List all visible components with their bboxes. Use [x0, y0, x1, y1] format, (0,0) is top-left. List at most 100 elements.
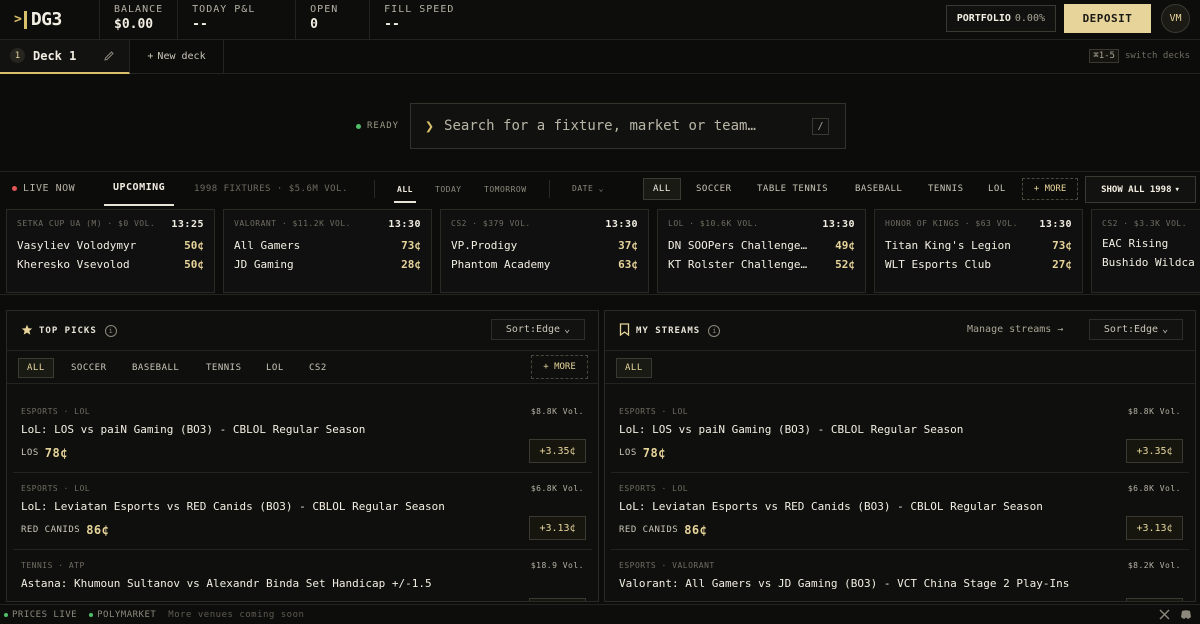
deposit-button[interactable]: DEPOSIT [1064, 4, 1151, 33]
info-icon[interactable]: i [104, 324, 117, 337]
info-icon[interactable]: i [708, 324, 721, 337]
fixture-card[interactable]: VALORANT · $11.2K VOL. 13:30 All Gamers 73… [223, 209, 432, 293]
pick-item[interactable]: TENNIS · ATP $18.9 Vol. Astana: Khumoun S… [13, 550, 592, 601]
caret-down-icon: ▾ [1174, 184, 1180, 195]
fixture-card[interactable]: CS2 · $3.3K VOL. EAC Rising Bushido Wild… [1091, 209, 1200, 293]
stat-open: OPEN 0 [296, 0, 371, 40]
pick-side: LOS [619, 448, 637, 458]
pick-meta: ESPORTS · LOL [619, 484, 689, 493]
venue-label: POLYMARKET [97, 609, 157, 620]
new-deck-button[interactable]: + New deck [130, 39, 224, 74]
pencil-icon[interactable] [103, 50, 115, 62]
fixture-card[interactable]: HONOR OF KINGS · $63 VOL. 13:30 Titan Kin… [874, 209, 1083, 293]
chip-baseball[interactable]: BASEBALL [124, 358, 187, 378]
edge-button[interactable]: +3.13¢ [1126, 516, 1183, 540]
team-price[interactable]: 73¢ [401, 239, 421, 252]
fixture-card[interactable]: SETKA CUP UA (M) · $0 VOL. 13:25 Vasyliev… [6, 209, 215, 293]
team-price[interactable]: 37¢ [618, 239, 638, 252]
pick-item[interactable]: ESPORTS · LOL $6.8K Vol. LoL: Leviatan Es… [13, 473, 592, 550]
logo-prompt: > [14, 12, 22, 27]
status-dot [4, 612, 8, 617]
team-price[interactable]: 50¢ [184, 258, 204, 271]
show-all-label: SHOW ALL 1998 [1101, 184, 1172, 195]
team-name: Phantom Academy [451, 258, 551, 271]
team-price[interactable]: 73¢ [1052, 239, 1072, 252]
sport-tab-all[interactable]: ALL [643, 178, 681, 200]
pick-meta: ESPORTS · LOL [619, 407, 689, 416]
team-price[interactable]: 49¢ [835, 239, 855, 252]
date-label: DATE [572, 184, 594, 193]
pick-meta: ESPORTS · LOL [21, 484, 91, 493]
fixture-card[interactable]: LOL · $10.6K VOL. 13:30 DN SOOPers Challe… [657, 209, 866, 293]
new-deck-label: New deck [157, 51, 206, 62]
edge-button[interactable]: +3.13¢ [529, 516, 586, 540]
avatar[interactable]: VM [1161, 4, 1190, 33]
chip-more-button[interactable]: + MORE [531, 355, 588, 379]
search-input[interactable]: ❯ Search for a fixture, market or team… … [410, 103, 846, 149]
chip-lol[interactable]: LOL [258, 358, 292, 378]
sport-tab-table-tennis[interactable]: TABLE TENNIS [748, 178, 837, 200]
fixture-time: 13:30 [822, 219, 855, 230]
x-icon[interactable] [1159, 609, 1170, 623]
fixture-meta: CS2 · $3.3K VOL. [1102, 219, 1188, 228]
stat-value: -- [384, 16, 400, 32]
stat-balance: BALANCE $0.00 [100, 0, 179, 40]
team-price[interactable]: 50¢ [184, 239, 204, 252]
pick-title: LoL: LOS vs paiN Gaming (BO3) - CBLOL Re… [619, 423, 964, 436]
category-chips: ALL SOCCER BASEBALL TENNIS LOL CS2 + MOR… [7, 351, 598, 384]
time-tab-tomorrow[interactable]: TOMORROW [484, 185, 527, 194]
pick-meta: ESPORTS · LOL [21, 407, 91, 416]
deck-tab-1[interactable]: 1 Deck 1 [0, 39, 130, 74]
sport-tab-tennis[interactable]: TENNIS [919, 178, 973, 200]
tab-live-now[interactable]: LIVE NOW [12, 183, 75, 194]
edge-button[interactable]: +3.35¢ [529, 439, 586, 463]
team-price[interactable]: 63¢ [618, 258, 638, 271]
edge-button[interactable]: +3.35¢ [1126, 439, 1183, 463]
edge-button[interactable] [529, 598, 586, 601]
team-name: Vasyliev Volodymyr [17, 239, 137, 252]
sport-tab-lol[interactable]: LOL [979, 178, 1015, 200]
sport-tab-baseball[interactable]: BASEBALL [846, 178, 911, 200]
prices-live-label: PRICES LIVE [12, 609, 78, 620]
team-name: Titan King's Legion [885, 239, 1011, 252]
tab-upcoming[interactable]: UPCOMING [104, 176, 175, 206]
pick-side: RED CANIDS [619, 525, 679, 535]
deck-number: 1 [10, 48, 25, 63]
chip-cs2[interactable]: CS2 [301, 358, 335, 378]
discord-icon[interactable] [1180, 609, 1192, 623]
pick-volume: $6.8K Vol. [530, 484, 584, 493]
chip-tennis[interactable]: TENNIS [198, 358, 250, 378]
chip-all[interactable]: ALL [616, 358, 652, 378]
sort-select[interactable]: Sort:Edge ⌄ [1089, 319, 1183, 340]
logo-name: DG3 [30, 9, 63, 30]
fixture-filters: LIVE NOW UPCOMING 1998 FIXTURES · $5.6M … [0, 172, 1200, 206]
team-name: KT Rolster Challenge… [668, 258, 808, 271]
sport-tab-soccer[interactable]: SOCCER [687, 178, 741, 200]
fixture-card[interactable]: CS2 · $379 VOL. 13:30 VP.Prodigy 37¢ Phant… [440, 209, 649, 293]
chevron-down-icon: ⌄ [564, 324, 571, 335]
show-all-button[interactable]: SHOW ALL 1998 ▾ [1085, 176, 1196, 203]
edge-button[interactable] [1126, 598, 1183, 601]
team-price[interactable]: 52¢ [835, 258, 855, 271]
shortcut-key: ⌘1-5 [1089, 49, 1119, 63]
team-price[interactable]: 27¢ [1052, 258, 1072, 271]
stream-item[interactable]: ESPORTS · LOL $6.8K Vol. LoL: Leviatan Es… [611, 473, 1189, 550]
portfolio-button[interactable]: PORTFOLIO 0.00% [945, 5, 1056, 32]
chip-all[interactable]: ALL [18, 358, 54, 378]
stream-item[interactable]: ESPORTS · LOL $8.8K Vol. LoL: LOS vs paiN… [611, 396, 1189, 473]
chip-soccer[interactable]: SOCCER [63, 358, 115, 378]
time-tab-today[interactable]: TODAY [435, 185, 462, 194]
pick-volume: $6.8K Vol. [1127, 484, 1181, 493]
sport-more-button[interactable]: + MORE [1022, 178, 1078, 200]
time-tab-all[interactable]: ALL [394, 185, 416, 203]
pick-item[interactable]: ESPORTS · LOL $8.8K Vol. LoL: LOS vs paiN… [13, 396, 592, 473]
team-price[interactable]: 28¢ [401, 258, 421, 271]
sort-select[interactable]: Sort:Edge ⌄ [491, 319, 585, 340]
pick-price: 78¢ [44, 446, 68, 460]
manage-streams-link[interactable]: Manage streams → [967, 324, 1063, 335]
logo[interactable]: > DG3 [0, 0, 100, 40]
pick-title: LoL: Leviatan Esports vs RED Canids (BO3… [21, 500, 445, 513]
team-name: DN SOOPers Challenge… [668, 239, 808, 252]
date-select[interactable]: DATE ⌄ [572, 184, 604, 193]
stream-item[interactable]: ESPORTS · VALORANT $8.2K Vol. Valorant: A… [611, 550, 1189, 601]
